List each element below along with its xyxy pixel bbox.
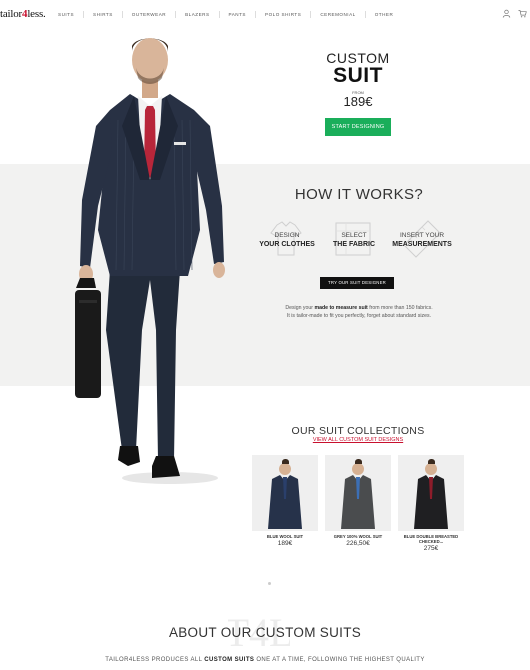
nav-item-polo-shirts[interactable]: POLO SHIRTS — [265, 11, 312, 18]
desc-pre: Design your — [285, 305, 315, 311]
start-designing-button[interactable]: START DESIGNING — [324, 118, 392, 136]
nav-item-outerwear[interactable]: OUTERWEAR — [132, 11, 177, 18]
step-measurements: INSERT YOUR MEASUREMENTS — [384, 217, 460, 258]
step-fabric-top: SELECT — [341, 232, 367, 239]
about-title: ABOUT OUR CUSTOM SUITS — [168, 625, 362, 640]
how-it-works-title: HOW IT WORKS? — [294, 186, 424, 203]
collections-title: OUR SUIT COLLECTIONS — [291, 425, 425, 437]
user-icon[interactable] — [502, 9, 511, 18]
top-nav: tailor4less. SUITS SHIRTS OUTERWEAR BLAZ… — [0, 0, 530, 28]
desc-bold: made to measure suit — [314, 305, 368, 311]
step-design-top: DESIGN — [274, 232, 300, 239]
about-text-pre: TAILOR4LESS PRODUCES ALL — [105, 657, 205, 663]
nav-item-ceremonial[interactable]: CEREMONIAL — [320, 11, 366, 18]
step-measurements-top: INSERT YOUR — [399, 232, 445, 239]
carousel-dot[interactable] — [268, 582, 271, 585]
about-text: TAILOR4LESS PRODUCES ALL CUSTOM SUITS ON… — [60, 656, 470, 665]
step-design: DESIGN YOUR CLOTHES — [249, 217, 325, 256]
hero-section: CUSTOM SUIT FROM 189€ START DESIGNING — [258, 50, 458, 136]
product-price: 275€ — [423, 545, 439, 552]
product-image[interactable] — [325, 455, 391, 531]
how-it-works-description: Design your made to measure suit from mo… — [250, 304, 468, 320]
nav-item-blazers[interactable]: BLAZERS — [185, 11, 220, 18]
hero-line2: SUIT — [333, 64, 383, 87]
product-card[interactable]: BLUE WOOL SUIT 189€ — [252, 455, 318, 547]
logo-text-post: less. — [27, 8, 46, 20]
product-name[interactable]: GREY 100% WOOL SUIT — [325, 534, 391, 539]
model-image — [75, 38, 225, 484]
logo[interactable]: tailor4less. — [0, 8, 46, 20]
cart-icon[interactable] — [518, 9, 527, 18]
nav-menu: SUITS SHIRTS OUTERWEAR BLAZERS PANTS POL… — [58, 11, 411, 18]
product-name[interactable]: BLUE WOOL SUIT — [252, 534, 318, 539]
nav-item-shirts[interactable]: SHIRTS — [93, 11, 123, 18]
hero-price: 189€ — [343, 94, 373, 109]
step-fabric-bottom: THE FABRIC — [333, 241, 375, 248]
desc-post: from more than 150 fabrics. — [367, 305, 433, 311]
step-design-bottom: YOUR CLOTHES — [259, 241, 315, 248]
nav-item-suits[interactable]: SUITS — [58, 11, 85, 18]
product-card[interactable]: GREY 100% WOOL SUIT 226,50€ — [325, 455, 391, 547]
desc-line2: It is tailor-made to fit you perfectly, … — [286, 313, 432, 319]
product-price: 226,50€ — [346, 540, 370, 547]
view-all-link[interactable]: VIEW ALL CUSTOM SUIT DESIGNS — [260, 437, 456, 443]
nav-item-pants[interactable]: PANTS — [229, 11, 256, 18]
nav-item-other[interactable]: OTHER — [375, 11, 403, 18]
about-text-post: ONE AT A TIME, FOLLOWING THE HIGHEST QUA… — [254, 657, 425, 663]
about-text-bold: CUSTOM SUITS — [204, 657, 255, 663]
step-measurements-bottom: MEASUREMENTS — [392, 241, 452, 248]
product-card[interactable]: BLUE DOUBLE BREASTED CHECKED... 275€ — [398, 455, 464, 552]
step-fabric: SELECT THE FABRIC — [316, 217, 392, 256]
product-price: 189€ — [277, 540, 293, 547]
product-image[interactable] — [398, 455, 464, 531]
try-suit-designer-button[interactable]: TRY OUR SUIT DESIGNER — [320, 277, 394, 289]
product-name[interactable]: BLUE DOUBLE BREASTED CHECKED... — [398, 534, 464, 544]
product-image[interactable] — [252, 455, 318, 531]
logo-text-pre: tailor — [0, 8, 23, 20]
